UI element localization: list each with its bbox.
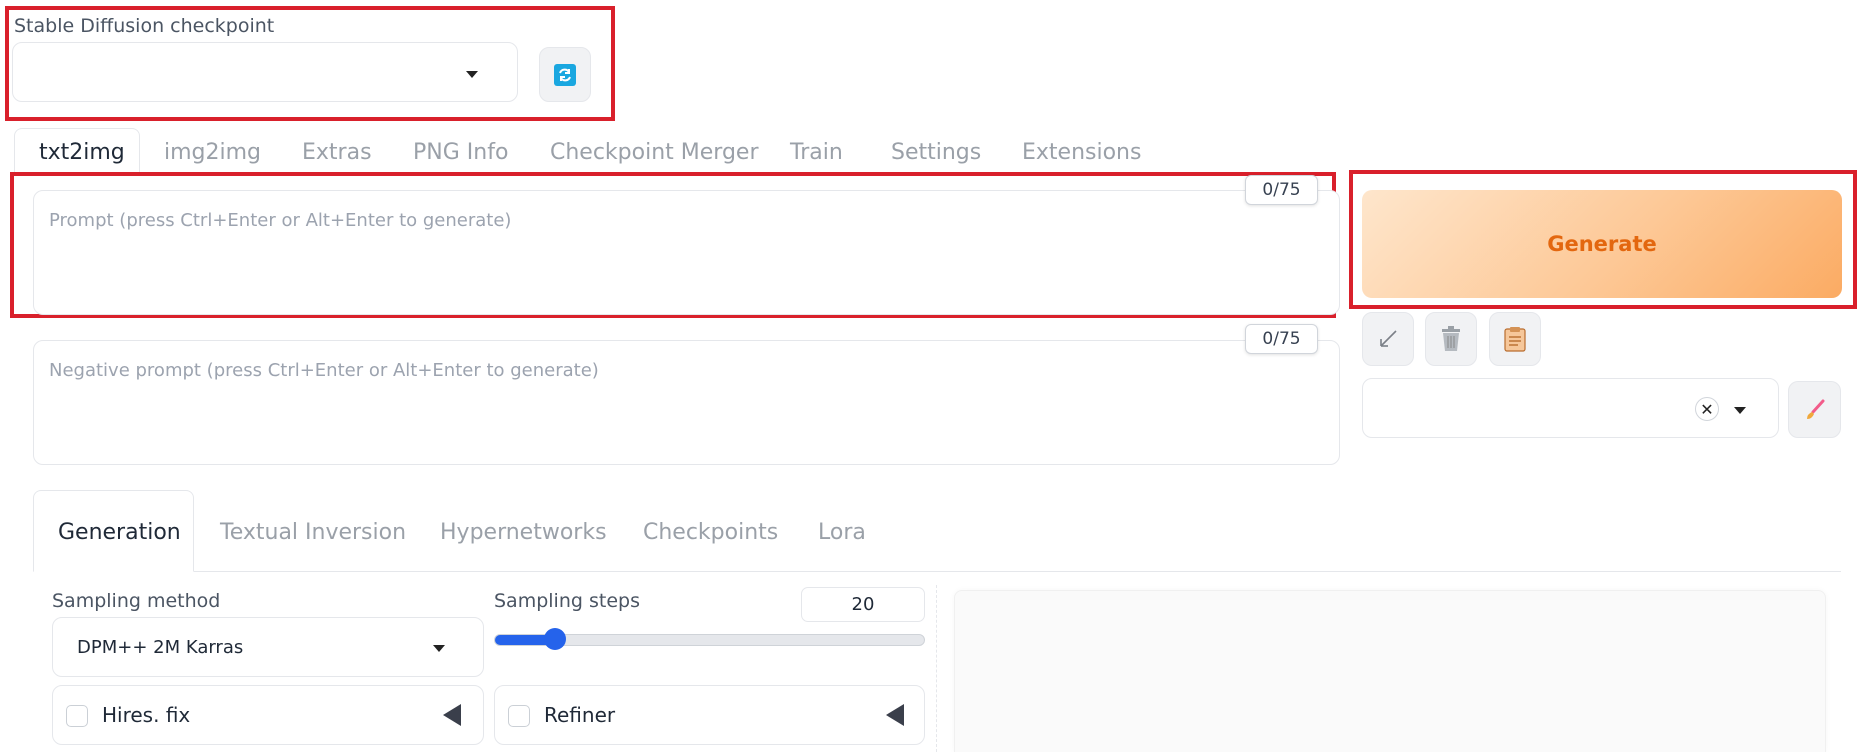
tab-img2img[interactable]: img2img [164,140,261,165]
clear-prompt-button[interactable] [1425,312,1477,366]
collapse-triangle-icon[interactable] [886,704,904,726]
slider-thumb[interactable] [544,628,567,650]
edit-styles-button[interactable] [1788,381,1841,438]
refiner-label: Refiner [544,703,616,727]
refresh-icon [554,63,576,86]
hires-fix-label: Hires. fix [102,703,191,727]
arrow-diagonal-icon [1380,330,1397,347]
sampling-method-value: DPM++ 2M Karras [77,637,244,658]
paintbrush-icon [1806,399,1824,419]
sub-tabs-border [33,571,1841,572]
generate-button-label: Generate [1547,232,1657,256]
styles-dropdown[interactable]: ✕ [1362,378,1779,438]
sampling-steps-input[interactable]: 20 [801,587,925,622]
negative-prompt-textarea[interactable] [33,340,1340,465]
hires-fix-accordion[interactable]: Hires. fix [52,685,484,745]
generate-button[interactable]: Generate [1362,190,1842,298]
negative-prompt-placeholder: Negative prompt (press Ctrl+Enter or Alt… [49,360,599,381]
tab-train[interactable]: Train [790,140,843,165]
collapse-triangle-icon[interactable] [443,704,461,726]
prompt-textarea[interactable] [33,190,1340,315]
apply-styles-button[interactable] [1489,312,1541,366]
refiner-accordion[interactable]: Refiner [494,685,925,745]
trash-icon [1442,326,1460,351]
tab-png-info[interactable]: PNG Info [413,140,508,165]
tab-checkpoint-merger[interactable]: Checkpoint Merger [550,140,759,165]
sampling-steps-label: Sampling steps [494,590,640,612]
sampling-method-label: Sampling method [52,590,221,612]
sampling-steps-value: 20 [851,594,875,615]
chevron-down-icon [433,645,445,652]
chevron-down-icon [1734,407,1746,414]
tab-generation[interactable]: Generation [58,520,181,545]
column-divider [936,585,937,752]
prompt-token-counter: 0/75 [1245,175,1318,205]
tab-lora[interactable]: Lora [818,520,866,545]
checkpoint-label: Stable Diffusion checkpoint [14,15,275,37]
tab-textual-inversion[interactable]: Textual Inversion [220,520,406,545]
refresh-checkpoint-button[interactable] [539,47,591,102]
prompt-placeholder: Prompt (press Ctrl+Enter or Alt+Enter to… [49,210,512,231]
checkpoint-dropdown[interactable] [12,42,518,102]
tab-settings[interactable]: Settings [891,140,981,165]
negative-prompt-token-counter: 0/75 [1245,324,1318,354]
read-params-button[interactable] [1362,312,1414,366]
tab-checkpoints[interactable]: Checkpoints [643,520,778,545]
output-gallery [954,590,1826,752]
clear-icon[interactable]: ✕ [1695,397,1719,421]
sampling-method-dropdown[interactable]: DPM++ 2M Karras [52,617,484,677]
refiner-checkbox[interactable] [508,705,530,727]
sampling-steps-slider[interactable] [494,628,925,650]
tab-extensions[interactable]: Extensions [1022,140,1141,165]
tab-extras[interactable]: Extras [302,140,372,165]
chevron-down-icon [466,71,478,78]
tab-hypernetworks[interactable]: Hypernetworks [440,520,607,545]
clipboard-icon [1504,327,1526,352]
hires-fix-checkbox[interactable] [66,705,88,727]
tab-txt2img[interactable]: txt2img [39,140,125,165]
